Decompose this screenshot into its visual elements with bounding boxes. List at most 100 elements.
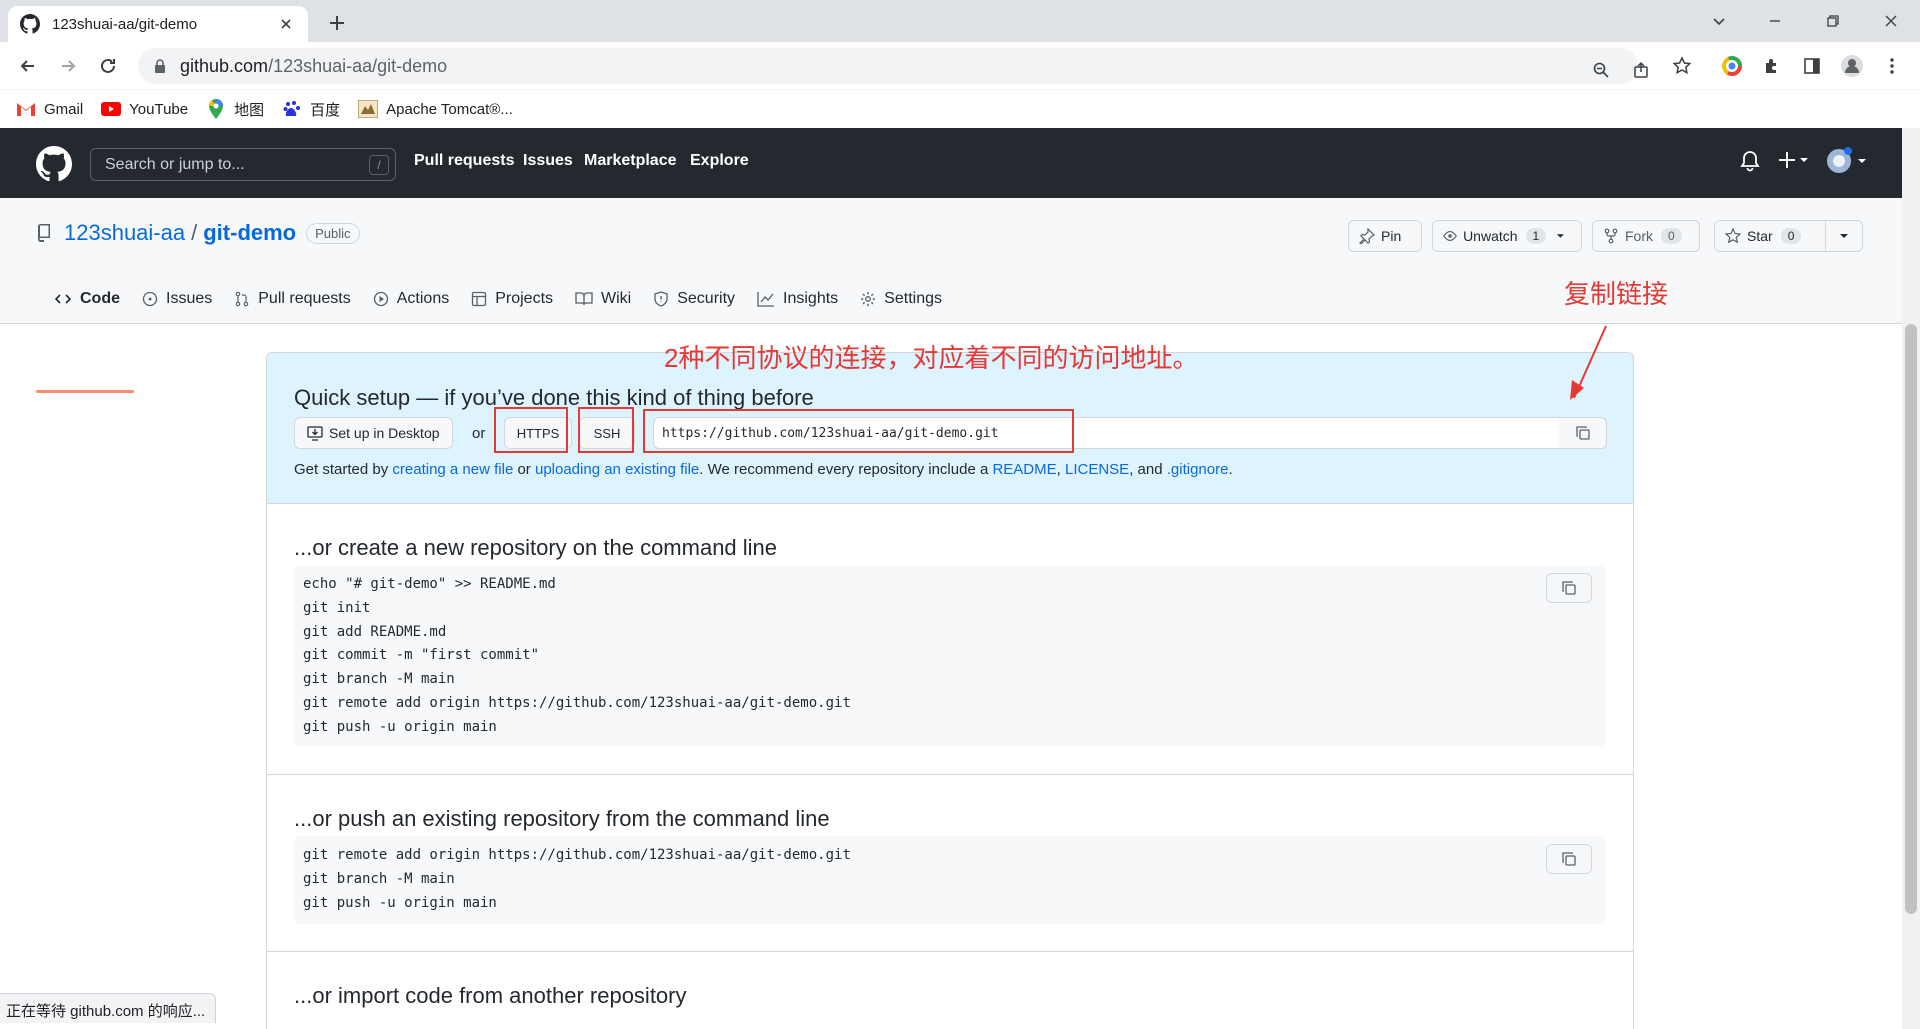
tab-code[interactable]: Code xyxy=(54,280,120,318)
text-period: . xyxy=(1228,461,1233,478)
tab-label: Issues xyxy=(166,290,213,307)
github-search-input[interactable]: Search or jump to... / xyxy=(90,148,396,181)
scrollbar-thumb[interactable] xyxy=(1905,324,1917,914)
browser-toolbar: github.com/123shuai-aa/git-demo xyxy=(0,42,1920,90)
visibility-badge: Public xyxy=(306,222,360,244)
tab-label: Settings xyxy=(884,290,942,307)
minimize-icon[interactable] xyxy=(1758,6,1792,36)
copy-url-button[interactable] xyxy=(1559,417,1607,449)
user-avatar-menu[interactable] xyxy=(1826,147,1866,175)
tab-issues[interactable]: Issues xyxy=(142,280,212,318)
tab-actions[interactable]: Actions xyxy=(373,280,449,318)
star-list-dropdown[interactable] xyxy=(1825,220,1863,252)
bookmark-gmail[interactable]: Gmail xyxy=(16,100,83,118)
copy-create-code-button[interactable] xyxy=(1546,573,1592,603)
bookmark-maps[interactable]: 地图 xyxy=(206,99,264,120)
repo-name-link[interactable]: git-demo xyxy=(203,220,296,246)
fork-label: Fork xyxy=(1625,228,1653,244)
bookmark-label: 地图 xyxy=(234,101,265,119)
create-new-file-link[interactable]: creating a new file xyxy=(392,461,513,478)
github-logo-icon[interactable] xyxy=(36,146,72,182)
push-code[interactable]: git remote add origin https://github.com… xyxy=(303,844,851,915)
bookmark-label: Apache Tomcat®... xyxy=(386,100,513,118)
annotation-protocols-note: 2种不同协议的连接，对应着不同的访问地址。 xyxy=(664,343,1199,373)
tab-projects[interactable]: Projects xyxy=(471,280,553,318)
repo-owner-link[interactable]: 123shuai-aa xyxy=(64,220,185,246)
close-tab-icon[interactable] xyxy=(276,14,296,34)
create-code[interactable]: echo "# git-demo" >> README.md git init … xyxy=(303,573,851,740)
annotation-arrow xyxy=(1570,325,1607,400)
side-panel-icon[interactable] xyxy=(1800,54,1824,78)
back-icon[interactable] xyxy=(14,52,42,80)
tab-label: Wiki xyxy=(601,290,632,307)
actions-play-icon xyxy=(373,291,388,307)
create-new-plus-icon[interactable] xyxy=(1778,150,1810,170)
tab-label: Actions xyxy=(396,290,450,307)
import-repo-section: ...or import code from another repositor… xyxy=(267,952,1633,1029)
close-window-icon[interactable] xyxy=(1874,6,1908,36)
bookmark-baidu[interactable]: 百度 xyxy=(282,99,340,120)
copy-icon xyxy=(1575,426,1590,440)
nav-marketplace[interactable]: Marketplace xyxy=(584,152,677,170)
tab-pull-requests[interactable]: Pull requests xyxy=(234,280,351,318)
active-tab-underline xyxy=(36,390,134,393)
pin-icon xyxy=(1359,228,1375,244)
reload-icon[interactable] xyxy=(94,52,122,80)
license-link[interactable]: LICENSE xyxy=(1065,461,1129,478)
repo-tabs: Code Issues Pull requests Actions Projec… xyxy=(36,280,964,324)
bookmark-label: Gmail xyxy=(44,100,84,118)
bookmark-star-icon[interactable] xyxy=(1670,54,1694,78)
new-tab-icon[interactable] xyxy=(324,10,350,36)
bookmark-tomcat[interactable]: Apache Tomcat®... xyxy=(358,100,513,118)
extensions-puzzle-icon[interactable] xyxy=(1760,54,1784,78)
chevron-down-icon xyxy=(1840,234,1848,238)
annotation-url-box xyxy=(643,409,1074,453)
code-icon xyxy=(54,294,72,304)
search-shortcut-hint: / xyxy=(369,155,389,175)
desktop-download-icon xyxy=(307,426,323,441)
repo-icon xyxy=(36,224,52,242)
tab-security[interactable]: Security xyxy=(653,280,735,318)
nav-issues[interactable]: Issues xyxy=(523,152,573,170)
fork-button[interactable]: Fork 0 xyxy=(1592,220,1700,252)
browser-tab[interactable]: 123shuai-aa/git-demo xyxy=(8,6,308,42)
pin-button[interactable]: Pin xyxy=(1348,220,1422,252)
address-bar[interactable]: github.com/123shuai-aa/git-demo xyxy=(138,48,1648,84)
page-scrollbar[interactable] xyxy=(1902,128,1920,1029)
zoom-icon[interactable] xyxy=(1588,57,1614,83)
upload-existing-file-link[interactable]: uploading an existing file xyxy=(535,461,699,478)
unwatch-button[interactable]: Unwatch 1 xyxy=(1432,220,1582,252)
forward-icon[interactable] xyxy=(54,52,82,80)
gitignore-link[interactable]: .gitignore xyxy=(1167,461,1229,478)
text-and: , and xyxy=(1129,461,1167,478)
graph-icon xyxy=(757,292,775,307)
readme-link[interactable]: README xyxy=(992,461,1056,478)
lock-icon[interactable] xyxy=(152,58,168,74)
copy-push-code-button[interactable] xyxy=(1546,844,1592,874)
profile-avatar-icon[interactable] xyxy=(1840,54,1864,78)
import-section-title[interactable]: ...or import code from another repositor… xyxy=(294,983,687,1009)
bookmark-youtube[interactable]: YouTube xyxy=(101,100,188,118)
bookmark-label: YouTube xyxy=(129,100,189,118)
text-or: or xyxy=(513,461,535,478)
text-recommend: . We recommend every repository include … xyxy=(699,461,993,478)
nav-explore[interactable]: Explore xyxy=(690,152,749,170)
tomcat-icon xyxy=(358,100,379,118)
empty-repo-instructions: Quick setup — if you’ve done this kind o… xyxy=(266,352,1634,1029)
fork-icon xyxy=(1604,228,1618,244)
tab-search-icon[interactable] xyxy=(1702,6,1736,36)
chrome-menu-icon[interactable] xyxy=(1880,54,1904,78)
tab-insights[interactable]: Insights xyxy=(757,280,838,318)
chrome-extension-color-icon[interactable] xyxy=(1720,54,1744,78)
share-icon[interactable] xyxy=(1628,57,1654,83)
restore-icon[interactable] xyxy=(1816,6,1850,36)
pin-label: Pin xyxy=(1381,228,1402,244)
tab-label: Code xyxy=(80,290,120,307)
tab-settings[interactable]: Settings xyxy=(860,280,942,318)
annotation-copy-link: 复制链接 xyxy=(1564,279,1669,309)
nav-pull-requests[interactable]: Pull requests xyxy=(414,152,514,170)
notifications-bell-icon[interactable] xyxy=(1740,150,1760,172)
setup-in-desktop-button[interactable]: Set up in Desktop xyxy=(294,417,453,449)
star-button[interactable]: Star 0 xyxy=(1714,220,1826,252)
tab-wiki[interactable]: Wiki xyxy=(575,280,631,318)
